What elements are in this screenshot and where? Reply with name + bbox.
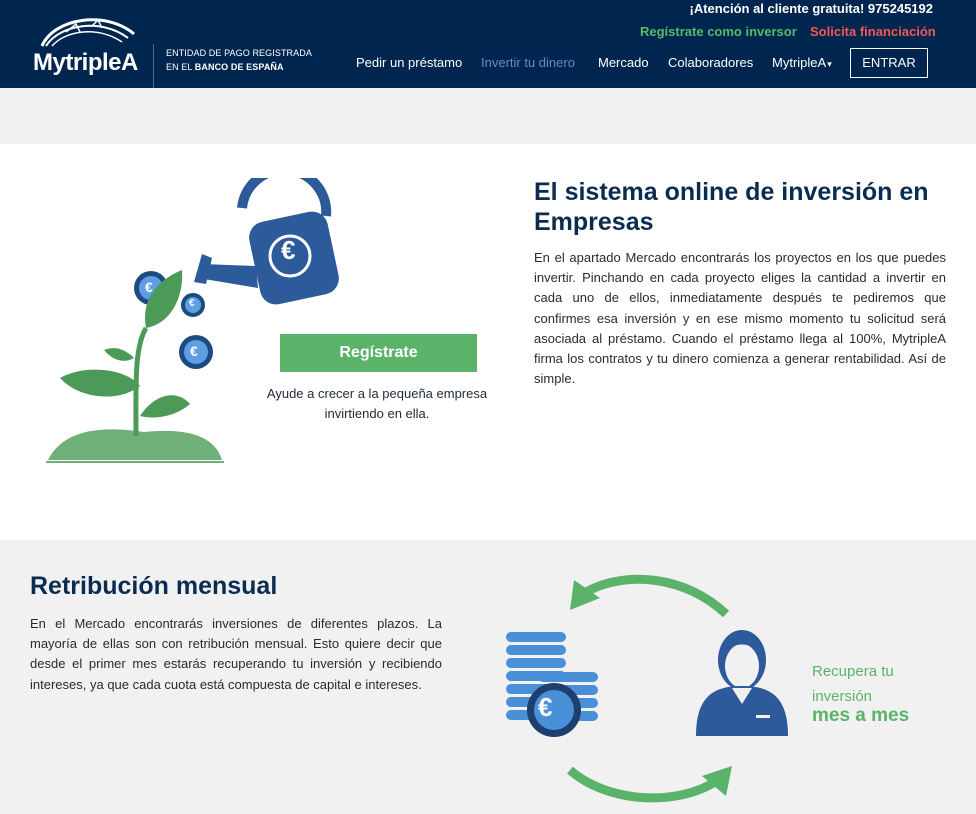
caret-down-icon: ▾ (827, 59, 832, 69)
register-investor-link[interactable]: Regístrate como inversor (640, 24, 797, 39)
nav-mytriplea-label: MytripleA (772, 55, 827, 70)
watering-can-euro-icon: € (281, 235, 296, 265)
register-caption: Ayude a crecer a la pequeña empresa invi… (266, 386, 488, 421)
nav-colaboradores[interactable]: Colaboradores (668, 55, 753, 70)
investment-system-description: En el apartado Mercado encontrarás los p… (534, 250, 946, 387)
monthly-return-title: Retribución mensual (30, 572, 278, 600)
nav-mytriplea-dropdown[interactable]: MytripleA▾ (772, 55, 832, 70)
coin-euro-icon: € (145, 279, 153, 295)
cycle-arrow-top-icon (570, 574, 730, 618)
recover-investment-text: Recupera tu inversión (812, 659, 894, 709)
watering-can-icon (194, 178, 339, 305)
investment-system-title: El sistema online de inversión en Empres… (534, 178, 929, 236)
coin-euro-icon: € (189, 298, 195, 309)
entity-line-2-prefix: EN EL (166, 62, 195, 72)
nav-mercado[interactable]: Mercado (598, 55, 649, 70)
coin-euro-icon: € (190, 343, 198, 359)
mytriplea-logo[interactable]: MytripleA (30, 14, 142, 78)
customer-service-phone: ¡Atención al cliente gratuita! 975245192 (689, 1, 933, 16)
enter-button[interactable]: ENTRAR (850, 48, 928, 78)
request-financing-link[interactable]: Solicita financiación (810, 24, 936, 39)
recover-monthly-text: mes a mes (812, 705, 910, 726)
entity-registration: ENTIDAD DE PAGO REGISTRADA EN EL BANCO D… (166, 46, 312, 74)
monthly-return-description: En el Mercado encontrarás inversiones de… (30, 616, 442, 692)
register-button[interactable]: Regístrate (280, 334, 477, 372)
entity-line-2-bold: BANCO DE ESPAÑA (194, 62, 284, 72)
logo-divider (153, 44, 154, 88)
top-header: MytripleA ENTIDAD DE PAGO REGISTRADA EN … (0, 0, 976, 88)
coin-stack-euro-icon: € (538, 692, 553, 722)
recover-line-1: Recupera tu (812, 663, 894, 680)
entity-line-2: EN EL BANCO DE ESPAÑA (166, 60, 312, 74)
entity-line-1: ENTIDAD DE PAGO REGISTRADA (166, 48, 312, 58)
nav-pedir-prestamo[interactable]: Pedir un préstamo (356, 55, 462, 70)
logo-text: MytripleA (33, 49, 138, 76)
investor-person-icon (696, 630, 788, 736)
cycle-arrow-bottom-icon (567, 766, 732, 803)
nav-invertir-dinero[interactable]: Invertir tu dinero (481, 55, 575, 70)
logo-arc-icon (40, 18, 135, 47)
plant-watering-illustration (46, 178, 339, 463)
